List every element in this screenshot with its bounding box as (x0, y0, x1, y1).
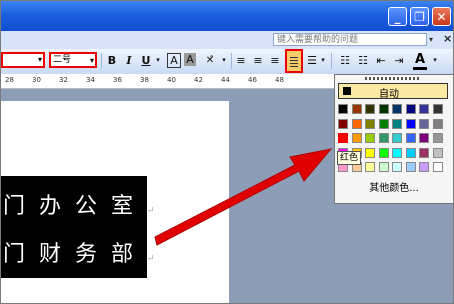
color-swatch[interactable] (338, 118, 348, 129)
automatic-color-button[interactable]: 自动 (338, 83, 448, 100)
color-swatch[interactable] (405, 133, 416, 143)
color-swatch[interactable] (392, 147, 402, 158)
color-swatch[interactable] (365, 147, 375, 158)
color-swatch[interactable] (419, 162, 429, 172)
word-window: _ ❐ ✕ 键入需要帮助的问题 ▾ × ▾ 二号 ▾ B I U ▾ A A ✕… (0, 0, 454, 304)
color-tooltip: 红色 (337, 151, 362, 165)
color-swatch[interactable] (419, 147, 429, 158)
color-swatch[interactable] (392, 162, 402, 172)
color-swatch[interactable] (432, 162, 443, 172)
color-swatch[interactable] (405, 104, 416, 114)
color-swatch[interactable] (392, 133, 402, 143)
color-swatch[interactable] (338, 104, 348, 114)
color-swatch[interactable] (338, 133, 348, 143)
color-swatch[interactable] (419, 104, 429, 114)
palette-drag-handle[interactable] (365, 77, 421, 80)
color-swatch[interactable] (378, 162, 389, 172)
color-swatch[interactable] (419, 118, 429, 129)
color-swatch[interactable] (432, 118, 443, 129)
color-swatch[interactable] (365, 118, 375, 129)
color-swatch[interactable] (432, 147, 443, 158)
color-swatch[interactable] (365, 104, 375, 114)
color-swatch[interactable] (405, 118, 416, 129)
color-swatch[interactable] (405, 147, 416, 158)
font-color-palette: 自动 其他颜色... (334, 74, 453, 204)
color-swatch[interactable] (392, 118, 402, 129)
color-swatch[interactable] (378, 104, 389, 114)
automatic-color-swatch (343, 87, 351, 95)
color-swatch[interactable] (392, 104, 402, 114)
color-swatch[interactable] (378, 133, 389, 143)
color-swatch[interactable] (365, 162, 375, 172)
color-swatch[interactable] (365, 133, 375, 143)
color-swatch[interactable] (351, 133, 362, 143)
color-swatch[interactable] (351, 118, 362, 129)
color-swatch[interactable] (432, 104, 443, 114)
color-swatch[interactable] (419, 133, 429, 143)
automatic-color-label: 自动 (379, 89, 399, 100)
color-swatch[interactable] (405, 162, 416, 172)
color-swatch[interactable] (351, 104, 362, 114)
color-swatch[interactable] (378, 118, 389, 129)
more-colors-button[interactable]: 其他颜色... (335, 179, 453, 194)
color-swatch[interactable] (378, 147, 389, 158)
color-swatch[interactable] (432, 133, 443, 143)
